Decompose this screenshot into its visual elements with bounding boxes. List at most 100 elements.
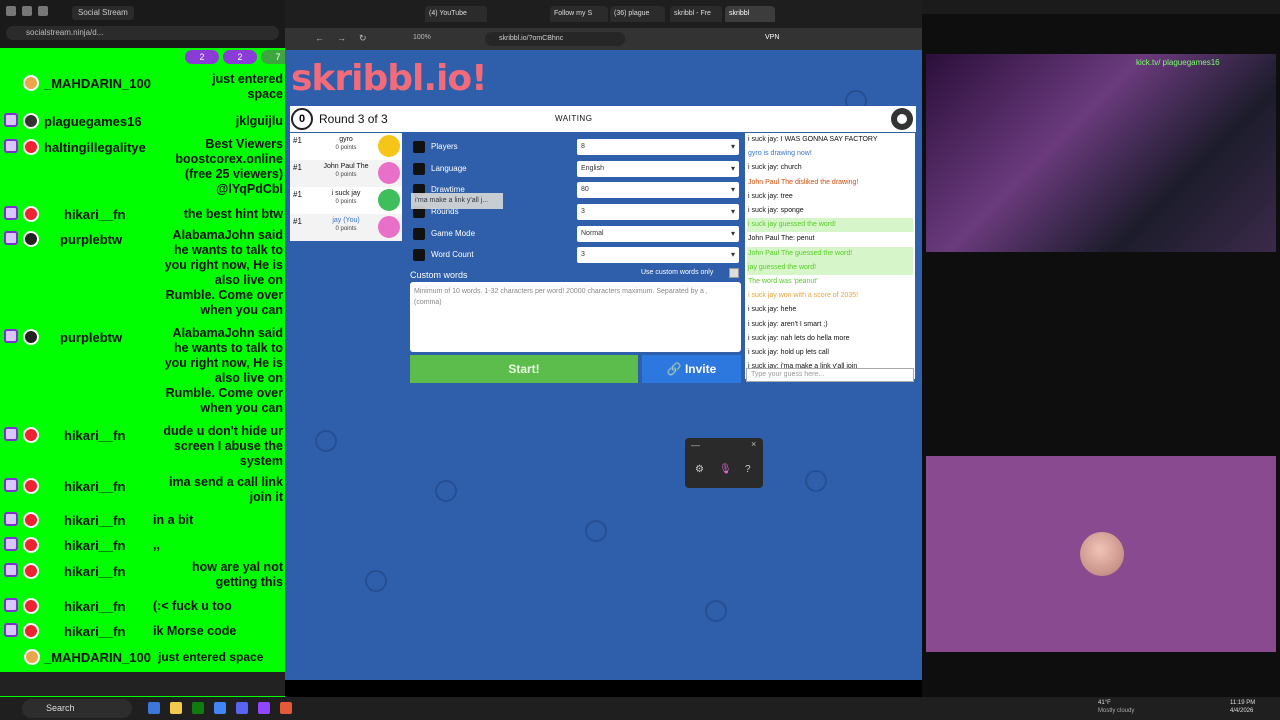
player-name: John Paul The bbox=[323, 163, 369, 170]
avatar bbox=[23, 512, 39, 528]
word-count-icon bbox=[413, 249, 425, 261]
chat-overlay: Social Stream socialstream.ninja/d... 2 … bbox=[0, 0, 285, 700]
player-name: i suck jay bbox=[331, 190, 361, 197]
player-row[interactable]: #1 i suck jay 0 points bbox=[290, 187, 402, 214]
drawtime-select[interactable]: 80 bbox=[577, 182, 739, 198]
chat-message: hikari__fn dude u don't hide ur screen I… bbox=[0, 424, 285, 470]
vpn-badge[interactable]: VPN bbox=[765, 33, 789, 43]
chat-message: _MAHDARIN_100 just entered space bbox=[0, 72, 285, 101]
sub-badge-icon bbox=[4, 139, 18, 153]
round-clock-icon: 0 bbox=[291, 108, 313, 130]
chat-username: hikari__fn bbox=[64, 564, 126, 579]
custom-words-only-checkbox[interactable] bbox=[729, 268, 739, 278]
chat-username: haltingillegalitye bbox=[44, 140, 146, 155]
sub-badge-icon bbox=[4, 537, 18, 551]
chat-username: purplebtw bbox=[60, 330, 123, 345]
skribbl-logo: skribbl.io! bbox=[291, 58, 488, 99]
player-row[interactable]: #1 jay (You) 0 points bbox=[290, 214, 402, 241]
game-chat-line: i suck jay: hold up lets call bbox=[747, 346, 913, 360]
player-avatar-icon bbox=[378, 189, 400, 211]
game-chat-line: John Paul The: penut bbox=[747, 232, 913, 247]
app-icon[interactable] bbox=[148, 702, 160, 714]
chat-username: _MAHDARIN_100 bbox=[44, 650, 151, 665]
room-camera-feed: kick.tv/ plaguegames16 bbox=[926, 54, 1276, 252]
browser-tab-strip: (4) YouTube Follow my S (36) plague skri… bbox=[285, 0, 922, 28]
chat-message: hikari__fn in a bit bbox=[0, 511, 285, 529]
chat-username: purplebtw bbox=[60, 232, 123, 247]
microphone-icon[interactable]: 🎙 bbox=[719, 464, 732, 475]
language-select[interactable]: English bbox=[577, 161, 739, 177]
close-icon[interactable]: × bbox=[751, 439, 756, 449]
voice-widget: — × ⚙ 🎙 ? bbox=[685, 438, 763, 488]
game-chat-line: jay guessed the word! bbox=[747, 260, 913, 275]
browser-tab[interactable]: (4) YouTube bbox=[425, 6, 487, 22]
cam-overlay-text: kick.tv/ plaguegames16 bbox=[1136, 58, 1220, 67]
word-count-select[interactable]: 3 bbox=[577, 247, 739, 263]
chat-tab[interactable]: Social Stream bbox=[72, 6, 134, 20]
taskbar-search[interactable]: Search bbox=[22, 699, 132, 718]
avatar bbox=[23, 478, 39, 494]
back-icon[interactable]: ← bbox=[315, 33, 325, 43]
chat-url-bar[interactable]: socialstream.ninja/d... bbox=[6, 26, 279, 40]
discord-icon[interactable] bbox=[236, 702, 248, 714]
folder-icon[interactable] bbox=[170, 702, 182, 714]
browser-tab[interactable]: Follow my S bbox=[550, 6, 608, 22]
rounds-select[interactable]: 3 bbox=[577, 204, 739, 220]
obs-icon[interactable] bbox=[280, 702, 292, 714]
badge-count: 7 bbox=[261, 50, 285, 64]
player-avatar-icon bbox=[378, 162, 400, 184]
browser-tab[interactable]: (36) plague bbox=[610, 6, 665, 22]
start-button[interactable]: Start! bbox=[410, 355, 638, 383]
url-field[interactable]: skribbl.io/?omCBhnc bbox=[485, 32, 625, 46]
twitch-icon[interactable] bbox=[258, 702, 270, 714]
chat-username: hikari__fn bbox=[64, 207, 126, 222]
sub-badge-icon bbox=[4, 206, 18, 220]
player-rank: #1 bbox=[293, 190, 302, 199]
chrome-icon[interactable] bbox=[214, 702, 226, 714]
address-bar: ← → ↻ 100% skribbl.io/?omCBhnc VPN bbox=[285, 28, 922, 50]
chat-badges: 2 2 7 bbox=[185, 50, 285, 64]
clock-time[interactable]: 11:19 PM bbox=[1230, 700, 1255, 706]
chat-text: ik Morse code bbox=[153, 624, 237, 638]
chat-text: the best hint btw bbox=[183, 207, 283, 221]
player-points: 0 points bbox=[335, 145, 357, 151]
help-icon[interactable]: ? bbox=[745, 464, 751, 475]
player-list: #1 gyro 0 points #1 John Paul The 0 poin… bbox=[290, 133, 402, 243]
game-mode-select[interactable]: Normal bbox=[577, 226, 739, 242]
chat-text: in a bit bbox=[153, 513, 194, 527]
forward-icon[interactable]: → bbox=[337, 33, 347, 43]
game-chat-line: John Paul The guessed the word! bbox=[747, 246, 913, 261]
setting-label: Players bbox=[431, 142, 458, 151]
game-browser-window: (4) YouTube Follow my S (36) plague skri… bbox=[285, 0, 922, 680]
players-icon bbox=[413, 141, 425, 153]
chat-username: plaguegames16 bbox=[44, 114, 142, 129]
player-row[interactable]: #1 John Paul The 0 points bbox=[290, 160, 402, 187]
browser-tab-active[interactable]: skribbl bbox=[725, 6, 775, 22]
chat-text: ,, bbox=[153, 538, 160, 552]
game-chat-line: i suck jay won with a score of 2035! bbox=[747, 289, 913, 304]
chat-text: dude u don't hide ur screen I abuse the … bbox=[163, 424, 283, 468]
avatar bbox=[23, 427, 39, 443]
game-chat-line: i suck jay: aren't I smart ;) bbox=[747, 317, 913, 332]
minimize-icon[interactable]: — bbox=[691, 440, 700, 450]
players-select[interactable]: 8 bbox=[577, 139, 739, 155]
custom-words-textarea[interactable]: Minimum of 10 words. 1-32 characters per… bbox=[410, 282, 741, 352]
gear-icon[interactable]: ⚙ bbox=[695, 464, 704, 475]
sub-badge-icon bbox=[4, 598, 18, 612]
invite-button[interactable]: 🔗 Invite bbox=[642, 355, 741, 383]
player-name: jay (You) bbox=[332, 217, 360, 224]
xbox-icon[interactable] bbox=[192, 702, 204, 714]
settings-gear-icon[interactable] bbox=[889, 106, 915, 132]
avatar bbox=[23, 623, 39, 639]
zoom-level: 100% bbox=[413, 34, 431, 41]
chat-username: _MAHDARIN_100 bbox=[44, 76, 151, 91]
reload-icon[interactable]: ↻ bbox=[359, 33, 369, 43]
chat-username: hikari__fn bbox=[64, 428, 126, 443]
sub-badge-icon bbox=[4, 623, 18, 637]
browser-tab[interactable]: skribbl - Fre bbox=[670, 6, 722, 22]
clock-date[interactable]: 4/4/2026 bbox=[1230, 708, 1253, 714]
chat-preview-tooltip: i'ma make a link y'all j... bbox=[411, 193, 503, 209]
guess-input[interactable]: Type your guess here... bbox=[746, 368, 914, 382]
player-row[interactable]: #1 gyro 0 points bbox=[290, 133, 402, 160]
chat-message: purplebtw AlabamaJohn said he wants to t… bbox=[0, 228, 285, 320]
